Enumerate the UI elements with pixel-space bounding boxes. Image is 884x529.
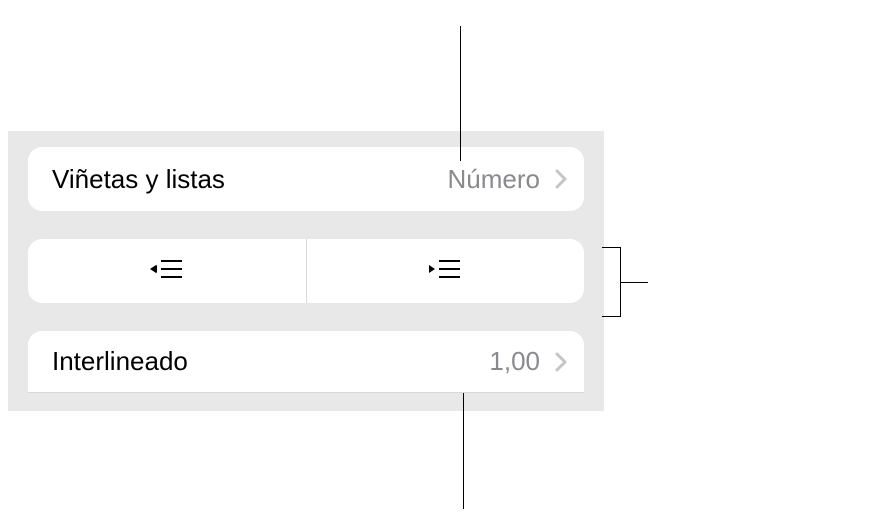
indent-button[interactable] xyxy=(307,239,585,303)
callout-line xyxy=(463,393,464,509)
outdent-icon xyxy=(150,258,184,285)
indent-controls xyxy=(28,239,584,303)
outdent-button[interactable] xyxy=(28,239,307,303)
callout-line xyxy=(602,247,620,248)
chevron-right-icon xyxy=(554,168,568,190)
line-spacing-row[interactable]: Interlineado 1,00 xyxy=(28,331,584,393)
callout-line xyxy=(620,282,648,283)
line-spacing-value: 1,00 xyxy=(489,346,540,377)
callout-line xyxy=(460,26,461,161)
bullets-lists-value: Número xyxy=(448,164,540,195)
format-panel: Viñetas y listas Número xyxy=(8,131,604,411)
indent-icon xyxy=(428,258,462,285)
callout-line xyxy=(602,316,620,317)
line-spacing-label: Interlineado xyxy=(52,346,489,377)
chevron-right-icon xyxy=(554,351,568,373)
bullets-lists-row[interactable]: Viñetas y listas Número xyxy=(28,147,584,211)
bullets-lists-label: Viñetas y listas xyxy=(52,164,448,195)
